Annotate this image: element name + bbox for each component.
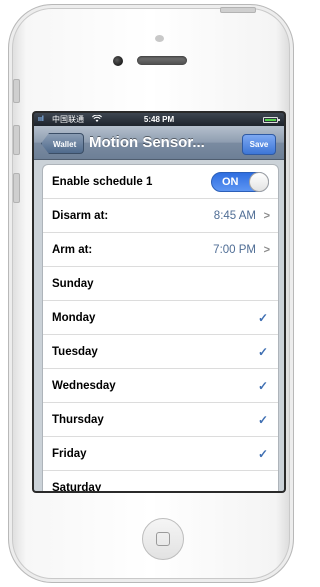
day-row-tuesday[interactable]: Tuesday ✓ <box>43 335 278 369</box>
day-row-monday[interactable]: Monday ✓ <box>43 301 278 335</box>
toggle-state-label: ON <box>222 176 239 188</box>
clock: 5:48 PM <box>143 115 175 124</box>
arm-at-row[interactable]: Arm at: 7:00 PM > <box>43 233 278 267</box>
screen: ııl 中国联通 5:48 PM Wallet Motion Sensor...… <box>34 113 284 491</box>
day-row-thursday[interactable]: Thursday ✓ <box>43 403 278 437</box>
day-row-saturday[interactable]: Saturday <box>43 471 278 491</box>
volume-down-button[interactable] <box>13 173 20 203</box>
chevron-right-icon: > <box>263 210 270 222</box>
enable-schedule-label: Enable schedule 1 <box>52 176 153 188</box>
power-button[interactable] <box>220 7 256 13</box>
proximity-sensor <box>155 35 164 42</box>
day-label: Friday <box>52 448 87 460</box>
toggle-knob[interactable] <box>249 172 269 192</box>
day-row-sunday[interactable]: Sunday <box>43 267 278 301</box>
day-label: Tuesday <box>52 346 98 358</box>
navigation-bar: Wallet Motion Sensor... Save <box>34 126 284 160</box>
day-label: Wednesday <box>52 380 116 392</box>
arm-at-value: 7:00 PM <box>213 244 256 256</box>
earpiece-speaker <box>137 56 187 65</box>
disarm-at-row[interactable]: Disarm at: 8:45 AM > <box>43 199 278 233</box>
day-label: Thursday <box>52 414 104 426</box>
home-button[interactable] <box>142 518 184 560</box>
checkmark-icon: ✓ <box>257 447 268 461</box>
save-button[interactable]: Save <box>242 134 276 155</box>
checkmark-icon: ✓ <box>257 345 268 359</box>
silent-switch[interactable] <box>13 79 20 103</box>
day-label: Sunday <box>52 278 94 290</box>
back-button[interactable]: Wallet <box>41 133 85 154</box>
status-bar: ııl 中国联通 5:48 PM <box>34 113 284 126</box>
enable-schedule-toggle[interactable]: ON <box>211 172 269 192</box>
day-row-friday[interactable]: Friday ✓ <box>43 437 278 471</box>
checkmark-icon: ✓ <box>257 311 268 325</box>
arm-at-label: Arm at: <box>52 244 93 256</box>
checkmark-icon: ✓ <box>257 379 268 393</box>
day-label: Monday <box>52 312 96 324</box>
home-square-icon <box>156 532 170 546</box>
chevron-right-icon: > <box>263 244 270 256</box>
disarm-at-label: Disarm at: <box>52 210 109 222</box>
enable-schedule-row: Enable schedule 1 ON <box>43 165 278 199</box>
schedule-group: Enable schedule 1 ON Disarm at: 8:45 AM … <box>42 164 279 491</box>
day-label: Saturday <box>52 482 102 491</box>
battery-icon <box>263 117 280 123</box>
front-camera <box>113 56 123 66</box>
day-row-wednesday[interactable]: Wednesday ✓ <box>43 369 278 403</box>
checkmark-icon: ✓ <box>257 413 268 427</box>
settings-content[interactable]: Enable schedule 1 ON Disarm at: 8:45 AM … <box>34 160 284 491</box>
disarm-at-value: 8:45 AM <box>213 210 256 222</box>
volume-up-button[interactable] <box>13 125 20 155</box>
page-title: Motion Sensor... <box>89 134 205 151</box>
